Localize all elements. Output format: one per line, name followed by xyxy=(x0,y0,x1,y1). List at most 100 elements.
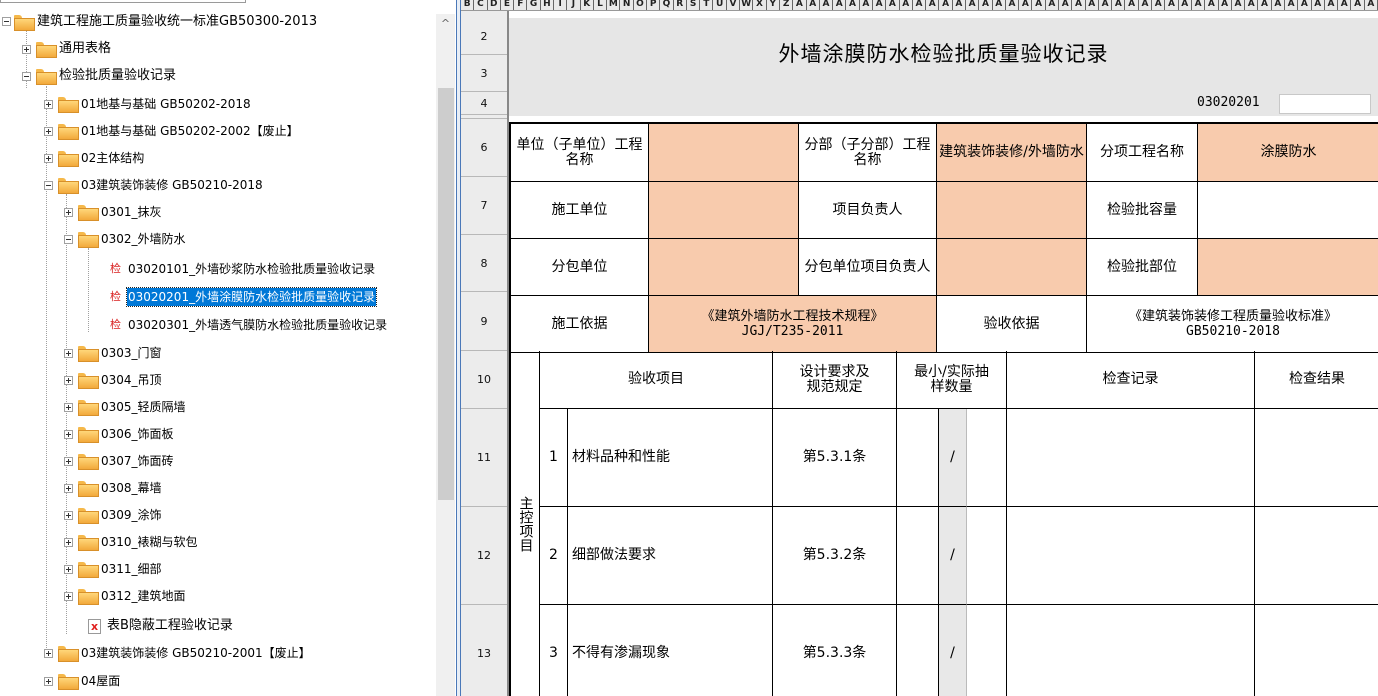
column-header-cell[interactable]: S xyxy=(687,0,701,10)
column-header-cell[interactable]: A xyxy=(1032,0,1046,10)
column-header-cell[interactable]: J xyxy=(567,0,581,10)
tree-node-0301[interactable]: 0301_抹灰 xyxy=(62,200,163,224)
item-actual-sample[interactable] xyxy=(967,605,1007,696)
expand-icon[interactable] xyxy=(64,592,73,601)
tree-node-03-2001[interactable]: 03建筑装饰装修 GB50210-2001【废止】 xyxy=(42,641,312,665)
tree-node-0302[interactable]: 0302_外墙防水 xyxy=(62,227,187,251)
column-header-cell[interactable]: A xyxy=(820,0,834,10)
column-header-cell[interactable]: A xyxy=(953,0,966,10)
item-min-sample[interactable] xyxy=(897,507,939,605)
column-header-cell[interactable]: C xyxy=(474,0,488,10)
column-header-cell[interactable]: A xyxy=(926,0,940,10)
tree-node-03020101[interactable]: 检 03020101_外墙砂浆防水检验批质量验收记录 xyxy=(108,257,376,281)
column-header-cell[interactable]: W xyxy=(740,0,754,10)
tree-node-inspection-records[interactable]: 检验批质量验收记录 xyxy=(20,64,177,88)
row-header-cell[interactable]: 10 xyxy=(461,351,507,409)
tree-node-root[interactable]: 建筑工程施工质量验收统一标准GB50300-2013 xyxy=(0,10,318,34)
column-header-cell[interactable]: A xyxy=(1351,0,1365,10)
form-code-input[interactable] xyxy=(1279,94,1371,114)
column-header-cell[interactable]: G xyxy=(527,0,541,10)
column-header-cell[interactable]: A xyxy=(1019,0,1033,10)
column-header-cell[interactable]: A xyxy=(900,0,913,10)
row-header-cell[interactable]: 6 xyxy=(461,119,507,177)
column-header-cell[interactable]: A xyxy=(1192,0,1206,10)
collapse-icon[interactable] xyxy=(64,235,73,244)
column-header-cell[interactable]: D xyxy=(488,0,501,10)
column-header-cell[interactable]: R xyxy=(674,0,687,10)
column-header-cell[interactable]: A xyxy=(873,0,887,10)
column-header-cell[interactable]: A xyxy=(1059,0,1073,10)
column-header-cell[interactable]: E xyxy=(501,0,515,10)
expand-icon[interactable] xyxy=(64,565,73,574)
expand-icon[interactable] xyxy=(44,154,53,163)
column-header-cell[interactable]: A xyxy=(886,0,900,10)
column-header-cell[interactable]: A xyxy=(1245,0,1259,10)
tree-node-0311[interactable]: 0311_细部 xyxy=(62,557,163,581)
expand-icon[interactable] xyxy=(44,649,53,658)
expand-icon[interactable] xyxy=(64,538,73,547)
tree-node-0304[interactable]: 0304_吊顶 xyxy=(62,368,163,392)
column-header-cell[interactable]: A xyxy=(1179,0,1192,10)
column-header-cell[interactable]: A xyxy=(1338,0,1352,10)
column-header-cell[interactable]: A xyxy=(1205,0,1219,10)
tree-node-0307[interactable]: 0307_饰面砖 xyxy=(62,449,175,473)
tree-node-0310[interactable]: 0310_裱糊与软包 xyxy=(62,530,199,554)
column-header-cell[interactable]: I xyxy=(554,0,568,10)
column-header-cell[interactable]: O xyxy=(634,0,648,10)
tree-node-02[interactable]: 02主体结构 xyxy=(42,146,145,170)
row-header-cell[interactable]: 11 xyxy=(461,409,507,507)
column-header-cell[interactable]: A xyxy=(1285,0,1299,10)
cell-manager-value[interactable] xyxy=(937,182,1087,239)
item-min-sample[interactable] xyxy=(897,409,939,507)
item-result[interactable] xyxy=(1255,605,1378,696)
expand-icon[interactable] xyxy=(64,484,73,493)
column-header-cell[interactable]: A xyxy=(1072,0,1086,10)
column-header-cell[interactable]: A xyxy=(1219,0,1232,10)
tree-node-03-2018[interactable]: 03建筑装饰装修 GB50210-2018 xyxy=(42,173,264,197)
collapse-icon[interactable] xyxy=(22,72,31,81)
cell-capacity-value[interactable] xyxy=(1198,182,1378,239)
column-header-cell[interactable]: A xyxy=(793,0,807,10)
scroll-up-arrow-icon[interactable]: ^ xyxy=(436,14,455,34)
cell-contractor-value[interactable] xyxy=(649,182,799,239)
tree-node-01-2002[interactable]: 01地基与基础 GB50202-2002【废止】 xyxy=(42,119,300,143)
column-header-cell[interactable]: A xyxy=(1046,0,1060,10)
row-header-cell[interactable]: 13 xyxy=(461,605,507,696)
column-header-cell[interactable]: A xyxy=(1258,0,1272,10)
cell-sub-value[interactable] xyxy=(649,239,799,296)
expand-icon[interactable] xyxy=(64,208,73,217)
column-header-cell[interactable]: V xyxy=(727,0,741,10)
item-actual-sample[interactable] xyxy=(967,507,1007,605)
column-header-cell[interactable]: A xyxy=(1152,0,1166,10)
column-header-cell[interactable]: Z xyxy=(780,0,794,10)
row-header-cell[interactable]: 2 xyxy=(461,18,507,55)
expand-icon[interactable] xyxy=(44,677,53,686)
cell-sub-manager-value[interactable] xyxy=(937,239,1087,296)
row-header-cell[interactable]: 7 xyxy=(461,177,507,235)
column-header-cell[interactable]: A xyxy=(1112,0,1126,10)
expand-icon[interactable] xyxy=(64,511,73,520)
tree-node-0309[interactable]: 0309_涂饰 xyxy=(62,503,163,527)
row-header-cell[interactable]: 8 xyxy=(461,235,507,292)
column-header-cell[interactable]: A xyxy=(1232,0,1246,10)
column-header-cell[interactable]: A xyxy=(860,0,873,10)
column-header-cell[interactable]: A xyxy=(807,0,820,10)
expand-icon[interactable] xyxy=(64,349,73,358)
row-header-cell[interactable]: 3 xyxy=(461,55,507,92)
column-header-cell[interactable]: A xyxy=(1298,0,1312,10)
cell-subitem-value[interactable]: 涂膜防水 xyxy=(1198,124,1378,182)
tree-node-0306[interactable]: 0306_饰面板 xyxy=(62,422,175,446)
tree-node-0312[interactable]: 0312_建筑地面 xyxy=(62,584,187,608)
expand-icon[interactable] xyxy=(22,45,31,54)
cell-division-value[interactable]: 建筑装饰装修/外墙防水 xyxy=(937,124,1087,182)
column-header-cell[interactable]: L xyxy=(594,0,608,10)
tree-node-general-forms[interactable]: 通用表格 xyxy=(20,37,112,61)
collapse-icon[interactable] xyxy=(44,181,53,190)
collapse-icon[interactable] xyxy=(2,17,11,26)
expand-icon[interactable] xyxy=(64,457,73,466)
tree-node-04[interactable]: 04屋面 xyxy=(42,669,121,693)
column-header-cell[interactable]: A xyxy=(993,0,1006,10)
expand-icon[interactable] xyxy=(64,430,73,439)
column-header-cell[interactable]: X xyxy=(753,0,767,10)
column-header-cell[interactable]: A xyxy=(1325,0,1339,10)
